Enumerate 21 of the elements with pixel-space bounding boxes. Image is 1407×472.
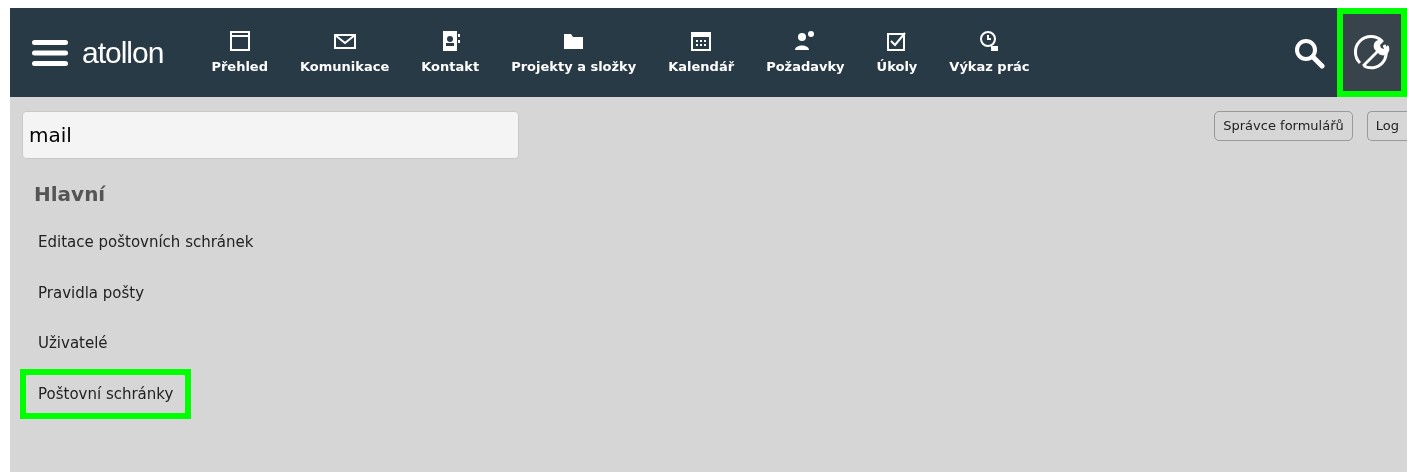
search-icon	[1293, 36, 1325, 69]
settings-button[interactable]	[1337, 8, 1407, 97]
nav-item[interactable]: Úkoly	[860, 28, 934, 77]
toolbar-button[interactable]: Log	[1366, 111, 1407, 141]
menu-item[interactable]: Uživatelé	[20, 318, 126, 369]
menu-icon[interactable]	[32, 39, 68, 66]
search-field[interactable]: mail	[22, 111, 519, 159]
nav-item[interactable]: Požadavky	[750, 28, 861, 77]
toolbar-button[interactable]: Správce formulářů	[1214, 111, 1353, 141]
logo[interactable]: atollon	[82, 30, 164, 75]
nav-item[interactable]: Kalendář	[652, 28, 751, 77]
window-icon	[227, 28, 252, 53]
menu-item[interactable]: Poštovní schránky	[20, 368, 192, 419]
nav-item[interactable]: Přehled	[195, 28, 284, 77]
menu-item[interactable]: Pravidla pošty	[20, 267, 163, 318]
nav-item[interactable]: Výkaz prác	[933, 28, 1046, 77]
menu-item[interactable]: Editace poštovních schránek	[20, 217, 272, 268]
nav-item[interactable]: Projekty a složky	[495, 28, 653, 77]
section-title: Hlavní	[34, 181, 107, 208]
nav-item[interactable]: Komunikace	[284, 28, 406, 77]
nav-item[interactable]: Kontakt	[405, 28, 496, 77]
